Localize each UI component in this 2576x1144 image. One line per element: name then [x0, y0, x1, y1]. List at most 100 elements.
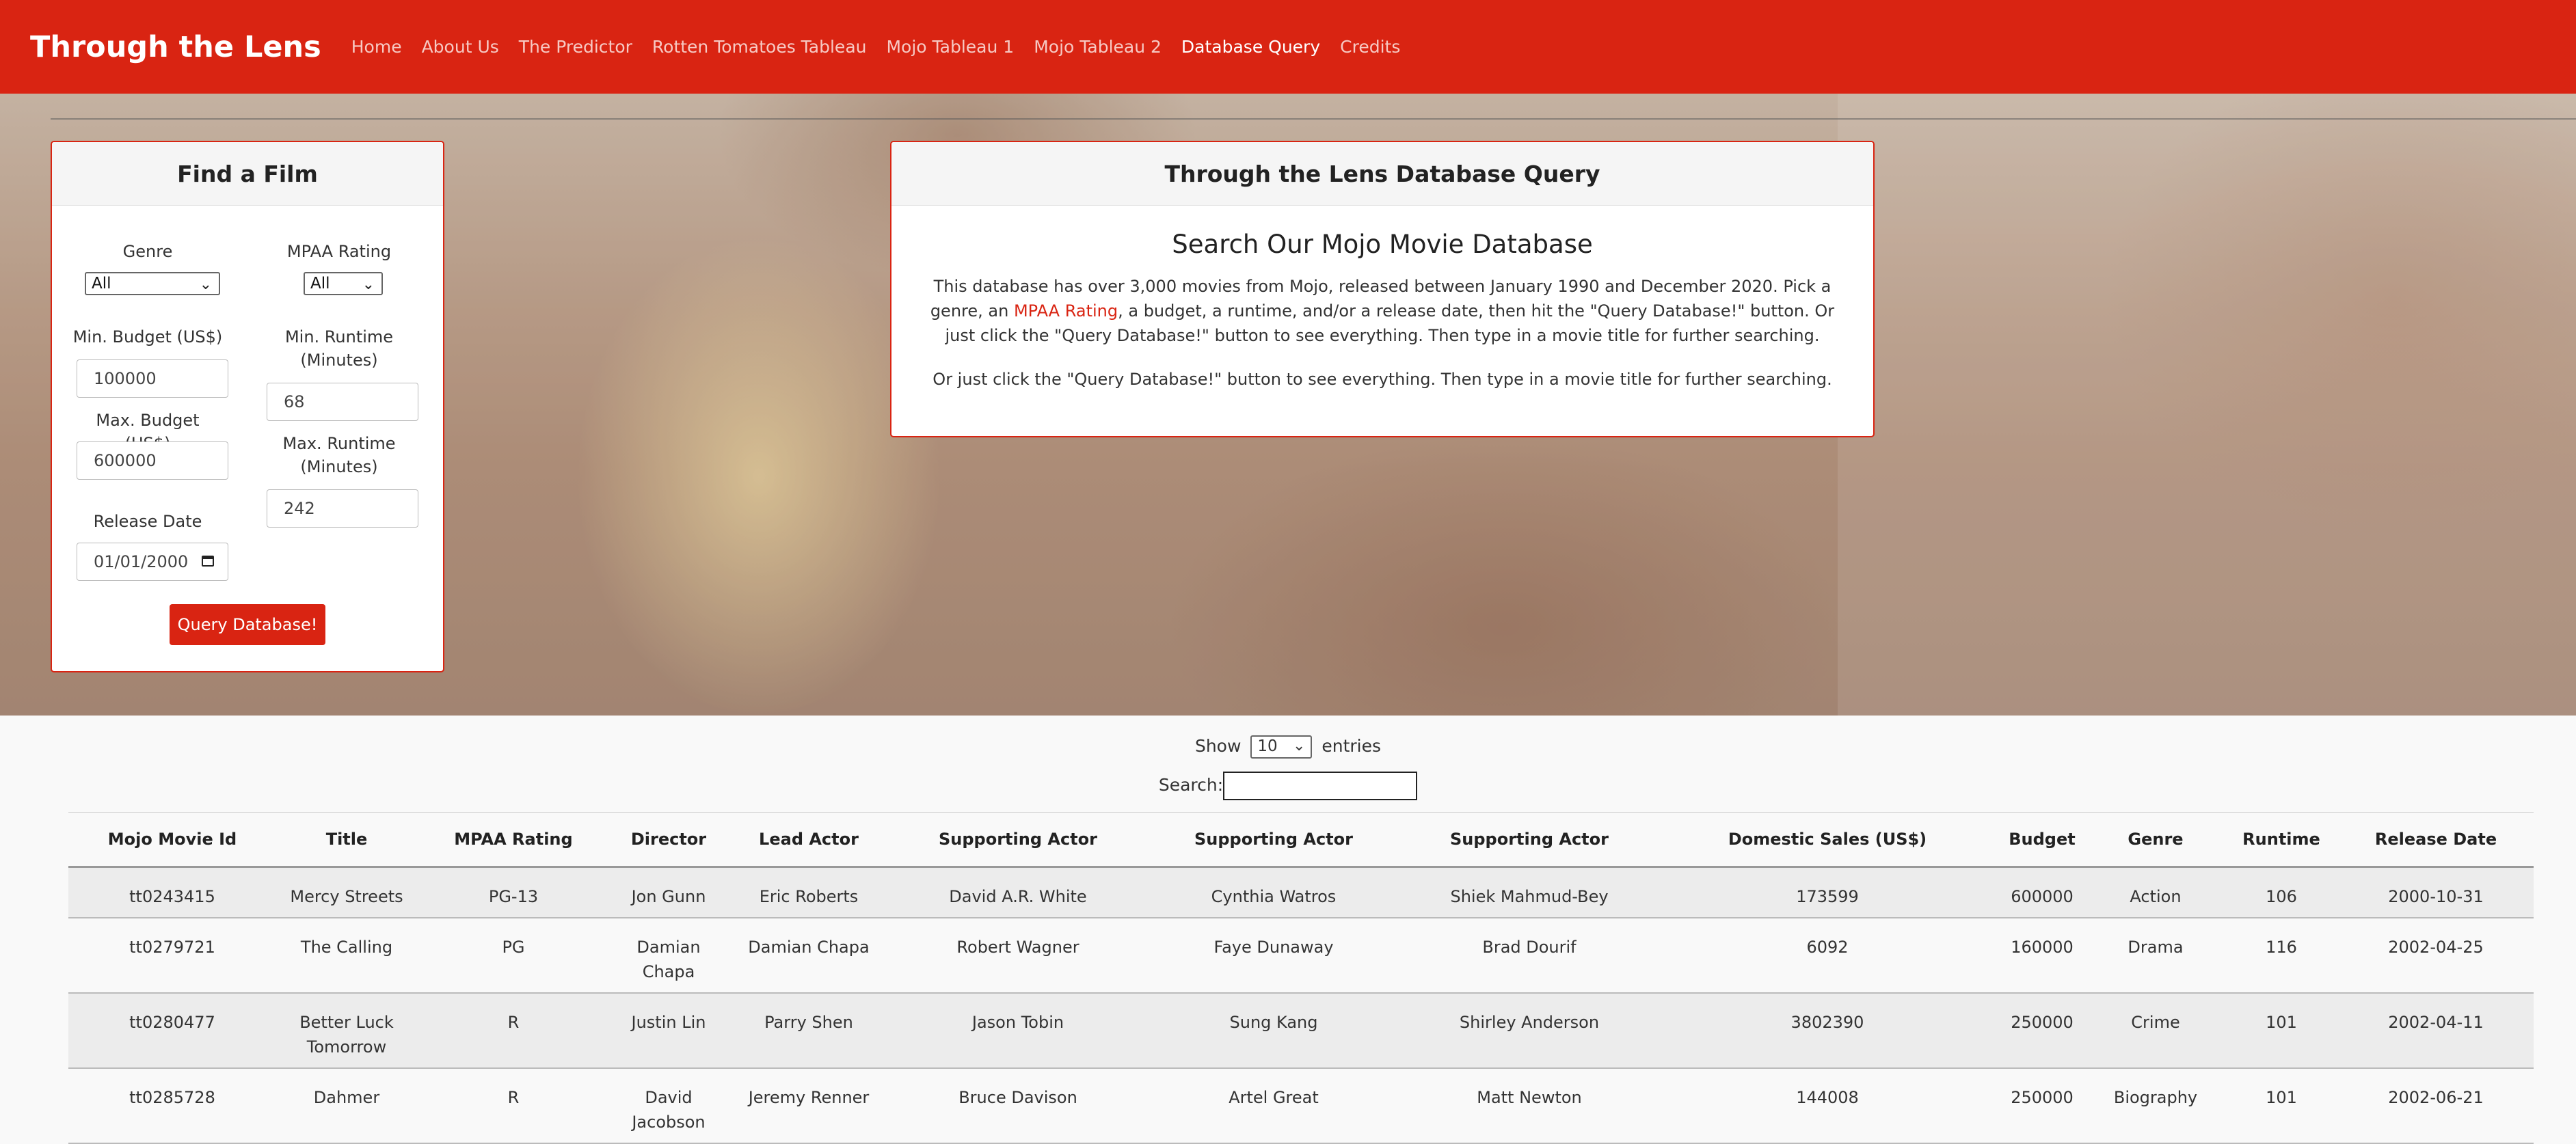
mpaa-select-value: All	[310, 275, 330, 292]
search-input[interactable]	[1223, 772, 1418, 800]
table-cell: David Jacobson	[610, 1068, 727, 1144]
find-card-title: Find a Film	[52, 142, 443, 206]
table-length-control: Show 10 ⌄ entries	[0, 733, 2576, 760]
max-budget-input[interactable]: 600000	[77, 441, 228, 480]
nav-credits[interactable]: Credits	[1340, 37, 1400, 57]
chevron-down-icon: ⌄	[1292, 737, 1306, 754]
table-header-row: Mojo Movie Id Title MPAA Rating Director…	[68, 812, 2534, 868]
entries-label: entries	[1321, 736, 1382, 756]
table-cell: Parry Shen	[727, 993, 890, 1069]
table-cell: The Calling	[276, 918, 417, 994]
min-budget-input[interactable]: 100000	[77, 359, 228, 398]
hero-side-panel	[1838, 94, 2576, 716]
table-cell: Biography	[2087, 1068, 2225, 1144]
table-cell: Robert Wagner	[890, 918, 1146, 994]
column-header[interactable]: Budget	[1998, 812, 2087, 868]
show-label: Show	[1194, 736, 1242, 756]
table-cell: 2002-04-25	[2338, 918, 2534, 994]
nav-mojo-tableau-2[interactable]: Mojo Tableau 2	[1034, 37, 1162, 57]
table-cell: tt0280477	[68, 993, 276, 1069]
chevron-down-icon: ⌄	[199, 276, 212, 293]
mpaa-rating-link[interactable]: MPAA Rating	[1014, 301, 1118, 321]
table-cell: Action	[2087, 867, 2225, 918]
table-cell: 2002-04-11	[2338, 993, 2534, 1069]
table-cell: 116	[2225, 918, 2338, 994]
table-cell: Faye Dunaway	[1146, 918, 1401, 994]
mpaa-rating-select[interactable]: All ⌄	[304, 272, 383, 295]
column-header[interactable]: Mojo Movie Id	[68, 812, 276, 868]
table-cell: Cynthia Watros	[1146, 867, 1401, 918]
nav-about-us[interactable]: About Us	[422, 37, 499, 57]
table-row: tt0279721 The Calling PG Damian Chapa Da…	[68, 918, 2534, 994]
hero-divider	[51, 118, 2576, 120]
table-cell: 2000-10-31	[2338, 867, 2534, 918]
max-runtime-label: Max. Runtime (Minutes)	[282, 434, 396, 476]
table-cell: 160000	[1998, 918, 2087, 994]
nav-links: Home About Us The Predictor Rotten Tomat…	[351, 37, 1421, 57]
table-cell: tt0243415	[68, 867, 276, 918]
table-cell: R	[417, 1068, 610, 1144]
movies-table: Mojo Movie Id Title MPAA Rating Director…	[68, 812, 2534, 1144]
column-header[interactable]: Lead Actor	[727, 812, 890, 868]
table-cell: Justin Lin	[610, 993, 727, 1069]
table-cell: 101	[2225, 1068, 2338, 1144]
table-cell: Eric Roberts	[727, 867, 890, 918]
table-cell: tt0279721	[68, 918, 276, 994]
max-runtime-input[interactable]: 242	[267, 489, 418, 528]
table-row: tt0243415 Mercy Streets PG-13 Jon Gunn E…	[68, 867, 2534, 918]
nav-database-query[interactable]: Database Query	[1181, 37, 1320, 57]
table-cell: PG	[417, 918, 610, 994]
table-cell: Matt Newton	[1401, 1068, 1657, 1144]
brand-logo-text[interactable]: Through the Lens	[30, 30, 321, 64]
table-row: tt0285728 Dahmer R David Jacobson Jeremy…	[68, 1068, 2534, 1144]
table-cell: 101	[2225, 993, 2338, 1069]
entries-select-value: 10	[1257, 737, 1278, 755]
database-query-card: Through the Lens Database Query Search O…	[890, 141, 1875, 437]
nav-mojo-tableau-1[interactable]: Mojo Tableau 1	[886, 37, 1014, 57]
search-label: Search:	[1158, 775, 1224, 795]
table-cell: 2002-06-21	[2338, 1068, 2534, 1144]
table-cell: Jon Gunn	[610, 867, 727, 918]
column-header[interactable]: Title	[276, 812, 417, 868]
table-cell: Damian Chapa	[610, 918, 727, 994]
query-database-button[interactable]: Query Database!	[170, 604, 325, 645]
nav-rotten-tomatoes-tableau[interactable]: Rotten Tomatoes Tableau	[652, 37, 867, 57]
table-cell: Damian Chapa	[727, 918, 890, 994]
column-header[interactable]: MPAA Rating	[417, 812, 610, 868]
find-a-film-card: Find a Film Genre All ⌄ MPAA Rating All …	[51, 141, 444, 672]
table-cell: 6092	[1657, 918, 1998, 994]
column-header[interactable]: Runtime	[2225, 812, 2338, 868]
table-cell: Dahmer	[276, 1068, 417, 1144]
min-budget-label: Min. Budget (US$)	[72, 327, 223, 346]
entries-select[interactable]: 10 ⌄	[1250, 735, 1313, 759]
column-header[interactable]: Supporting Actor	[1401, 812, 1657, 868]
genre-label: Genre	[122, 242, 173, 261]
column-header[interactable]: Supporting Actor	[890, 812, 1146, 868]
min-runtime-input[interactable]: 68	[267, 383, 418, 421]
genre-select[interactable]: All ⌄	[85, 272, 220, 295]
table-cell: Bruce Davison	[890, 1068, 1146, 1144]
navbar: Through the Lens Home About Us The Predi…	[0, 0, 2576, 94]
column-header[interactable]: Release Date	[2338, 812, 2534, 868]
nav-the-predictor[interactable]: The Predictor	[519, 37, 632, 57]
table-cell: Shirley Anderson	[1401, 993, 1657, 1069]
table-cell: tt0285728	[68, 1068, 276, 1144]
nav-home[interactable]: Home	[351, 37, 402, 57]
column-header[interactable]: Supporting Actor	[1146, 812, 1401, 868]
table-cell: 173599	[1657, 867, 1998, 918]
table-cell: 600000	[1998, 867, 2087, 918]
calendar-icon[interactable]	[202, 556, 214, 567]
query-card-title: Search Our Mojo Movie Database	[1172, 230, 1593, 259]
table-cell: 144008	[1657, 1068, 1998, 1144]
table-cell: 106	[2225, 867, 2338, 918]
column-header[interactable]: Genre	[2087, 812, 2225, 868]
column-header[interactable]: Domestic Sales (US$)	[1657, 812, 1998, 868]
table-cell: Jeremy Renner	[727, 1068, 890, 1144]
table-cell: Jason Tobin	[890, 993, 1146, 1069]
genre-select-value: All	[92, 275, 111, 292]
table-cell: Drama	[2087, 918, 2225, 994]
release-date-input[interactable]: 01/01/2000	[77, 543, 228, 581]
table-search-control: Search:	[0, 770, 2576, 801]
column-header[interactable]: Director	[610, 812, 727, 868]
release-date-label: Release Date	[93, 512, 202, 531]
